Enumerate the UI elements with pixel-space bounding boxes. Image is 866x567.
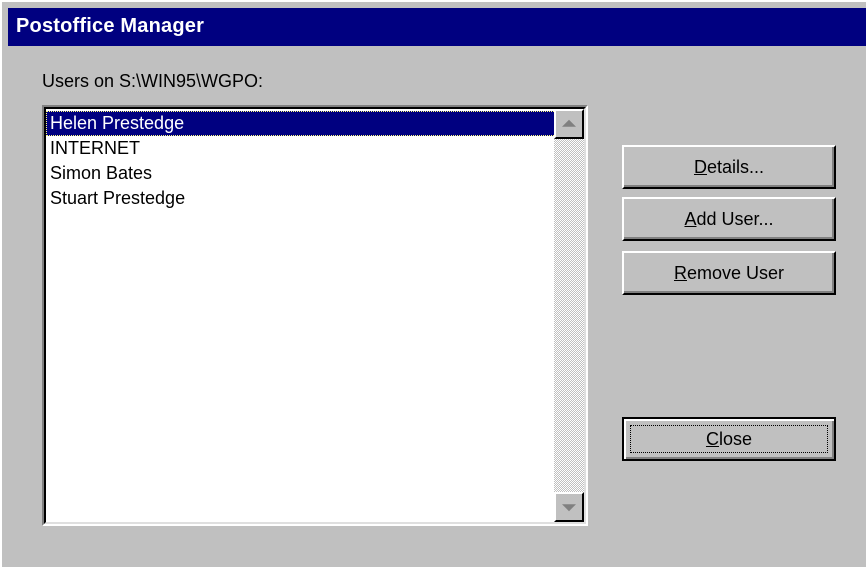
users-list-label: Users on S:\WIN95\WGPO: bbox=[42, 71, 264, 91]
postoffice-manager-window: Postoffice Manager Users on S:\WIN95\WGP… bbox=[0, 0, 866, 567]
scroll-up-button[interactable] bbox=[554, 109, 584, 139]
details-button[interactable]: Details... bbox=[622, 145, 836, 189]
close-button[interactable]: Close bbox=[622, 417, 836, 461]
scroll-up-arrow-icon bbox=[562, 119, 576, 127]
users-list: Helen Prestedge INTERNET Simon Bates Stu… bbox=[46, 111, 558, 211]
user-list-item[interactable]: Helen Prestedge bbox=[46, 111, 558, 136]
add-user-button[interactable]: Add User... bbox=[622, 197, 836, 241]
window-title: Postoffice Manager bbox=[16, 15, 205, 37]
scroll-down-button[interactable] bbox=[554, 492, 584, 522]
users-listbox[interactable]: Helen Prestedge INTERNET Simon Bates Stu… bbox=[42, 105, 588, 526]
remove-user-button[interactable]: Remove User bbox=[622, 251, 836, 295]
scroll-down-arrow-icon bbox=[562, 504, 576, 512]
users-listbox-inner: Helen Prestedge INTERNET Simon Bates Stu… bbox=[44, 107, 586, 524]
user-list-item[interactable]: INTERNET bbox=[46, 136, 558, 161]
vertical-scrollbar[interactable] bbox=[554, 109, 584, 522]
user-list-item[interactable]: Simon Bates bbox=[46, 161, 558, 186]
title-bar[interactable]: Postoffice Manager bbox=[8, 8, 866, 46]
user-list-item[interactable]: Stuart Prestedge bbox=[46, 186, 558, 211]
